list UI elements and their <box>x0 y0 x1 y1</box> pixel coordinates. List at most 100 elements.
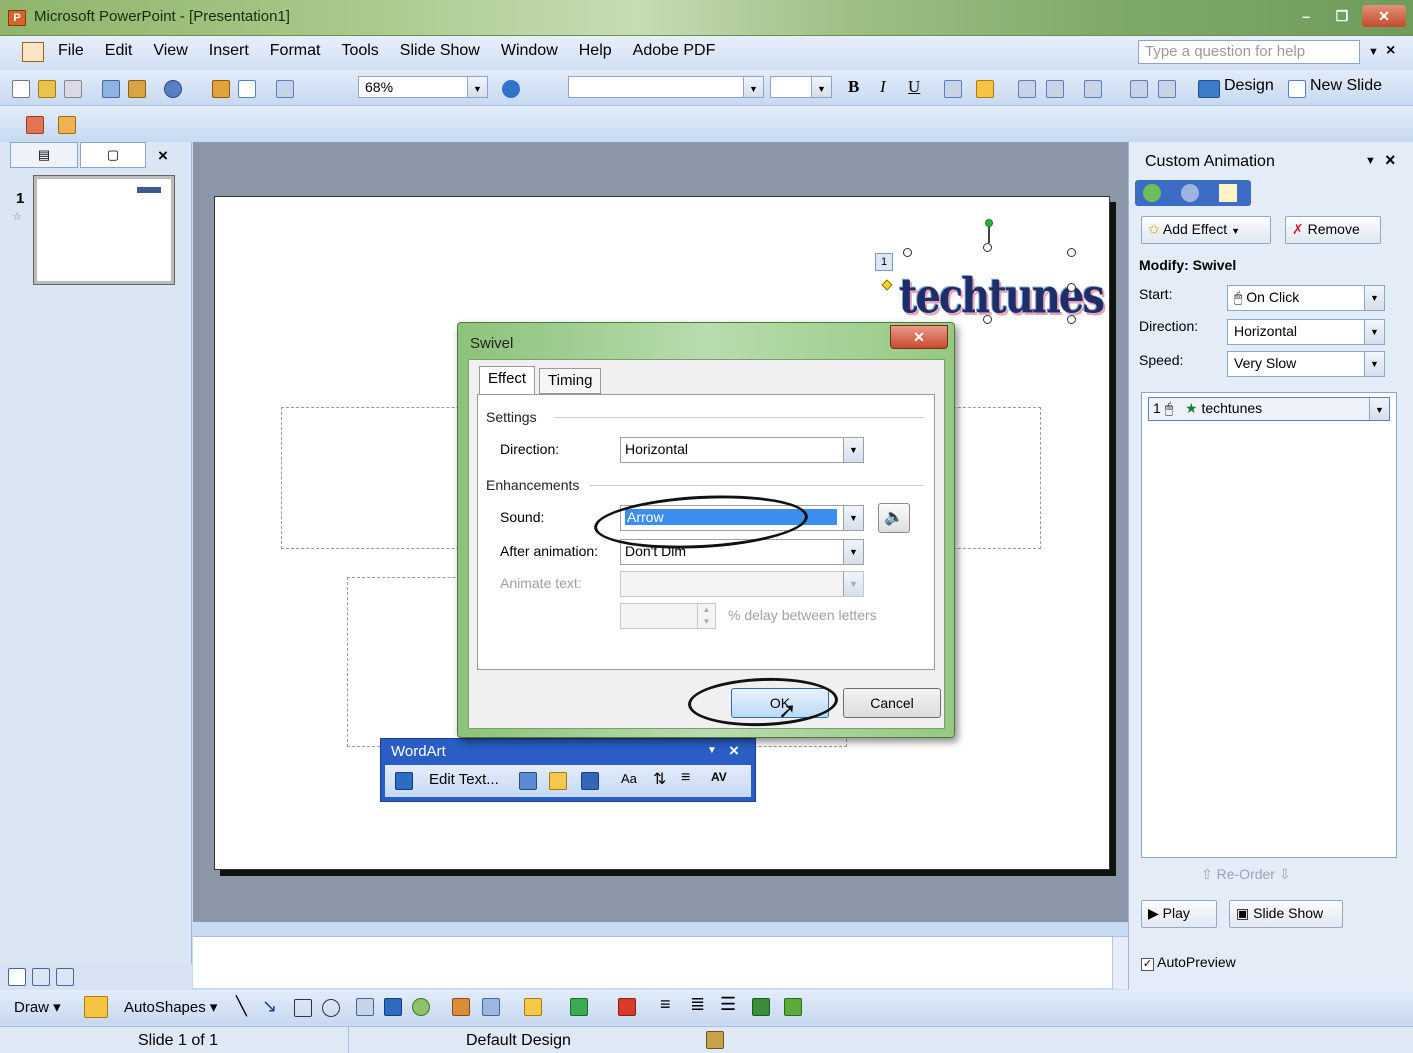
underline-button[interactable]: U <box>908 77 920 97</box>
bullets-icon[interactable] <box>1046 80 1064 98</box>
chevron-down-icon[interactable]: ▼ <box>843 438 863 462</box>
menu-insert[interactable]: Insert <box>209 42 249 60</box>
close-document-button[interactable]: × <box>1386 42 1395 60</box>
add-effect-button[interactable]: ✩ Add Effect ▼ <box>1141 216 1271 244</box>
zoom-select[interactable]: 68% ▼ <box>358 76 488 98</box>
new-slide-button[interactable]: New Slide <box>1310 77 1382 95</box>
menu-window[interactable]: Window <box>501 42 558 60</box>
3d-style-icon[interactable] <box>784 998 802 1016</box>
toolbar-options-icon[interactable]: ▼ <box>707 745 717 756</box>
back-icon[interactable] <box>1143 184 1161 202</box>
new-icon[interactable] <box>12 80 30 98</box>
font-size-select[interactable]: ▼ <box>770 76 832 98</box>
resize-handle[interactable] <box>983 315 992 324</box>
resize-handle[interactable] <box>1067 283 1076 292</box>
resize-handle[interactable] <box>903 248 912 257</box>
oval-icon[interactable] <box>322 999 340 1017</box>
increase-indent-icon[interactable] <box>1158 80 1176 98</box>
speaker-icon[interactable]: 🔈 <box>878 503 910 533</box>
slide-sorter-icon[interactable] <box>32 968 50 986</box>
wordart-gallery-icon[interactable] <box>519 772 537 790</box>
menu-file[interactable]: File <box>58 42 84 60</box>
chevron-down-icon[interactable]: ▼ <box>467 77 487 97</box>
chevron-down-icon[interactable]: ▼ <box>843 540 863 564</box>
home-icon[interactable] <box>1219 184 1237 202</box>
format-wordart-icon[interactable] <box>549 772 567 790</box>
close-pane-button[interactable]: × <box>158 146 168 166</box>
wordart-shape-icon[interactable] <box>581 772 599 790</box>
character-spacing-icon[interactable]: AV <box>711 770 727 784</box>
insert-wordart-icon[interactable] <box>384 998 402 1016</box>
align-left-icon[interactable] <box>944 80 962 98</box>
direction-select[interactable]: Horizontal ▼ <box>1227 319 1385 345</box>
italic-button[interactable]: I <box>880 77 886 97</box>
arrow-style-icon[interactable]: ☰ <box>720 994 736 1015</box>
expand-icon[interactable] <box>26 116 44 134</box>
start-select[interactable]: 🖱 On Click ▼ <box>1227 285 1385 311</box>
tab-effect[interactable]: Effect <box>479 366 536 394</box>
alignment-icon[interactable]: ≡ <box>681 769 690 787</box>
chevron-down-icon[interactable]: ▼ <box>1364 352 1384 376</box>
animation-list[interactable]: 1 🖱 ★ techtunes ▼ <box>1141 392 1397 858</box>
resize-handle[interactable] <box>1067 315 1076 324</box>
slide-show-view-icon[interactable] <box>56 968 74 986</box>
arrow-icon[interactable]: ↘ <box>262 996 277 1017</box>
paste-icon[interactable] <box>128 80 146 98</box>
vertical-text-icon[interactable]: ⇅ <box>653 769 666 789</box>
dash-style-icon[interactable]: ≣ <box>690 994 705 1015</box>
animation-list-item[interactable]: 1 🖱 ★ techtunes ▼ <box>1148 397 1390 421</box>
help-dropdown-icon[interactable]: ▼ <box>1368 46 1379 58</box>
numbering-icon[interactable] <box>1018 80 1036 98</box>
notes-pane[interactable] <box>193 936 1128 989</box>
rectangle-icon[interactable] <box>294 999 312 1017</box>
minimize-button[interactable]: – <box>1290 5 1322 27</box>
chevron-down-icon[interactable]: ▼ <box>1369 398 1389 420</box>
copy-icon[interactable] <box>102 80 120 98</box>
undo-icon[interactable] <box>164 80 182 98</box>
draw-menu[interactable]: Draw ▾ <box>14 998 61 1016</box>
chevron-down-icon[interactable]: ▼ <box>1364 286 1384 310</box>
line-color-icon[interactable] <box>570 998 588 1016</box>
chevron-down-icon[interactable]: ▼ <box>811 77 831 97</box>
diagram-icon[interactable] <box>412 998 430 1016</box>
adjust-handle[interactable] <box>881 279 893 291</box>
align-center-icon[interactable] <box>976 80 994 98</box>
help-search-input[interactable]: Type a question for help <box>1138 40 1360 64</box>
open-icon[interactable] <box>38 80 56 98</box>
autoshapes-menu[interactable]: AutoShapes ▾ <box>124 998 217 1016</box>
checkbox-check-icon[interactable]: ✓ <box>1141 958 1154 971</box>
tab-outline[interactable]: ▤ <box>10 142 78 168</box>
menu-format[interactable]: Format <box>270 42 321 60</box>
tab-slides[interactable]: ▢ <box>80 142 146 168</box>
insert-wordart-icon[interactable] <box>395 772 413 790</box>
shadow-style-icon[interactable] <box>752 998 770 1016</box>
close-window-button[interactable]: ✕ <box>1362 5 1406 27</box>
same-letter-heights-icon[interactable]: Aa <box>621 771 637 786</box>
increase-font-icon[interactable] <box>1084 80 1102 98</box>
restore-button[interactable]: ❐ <box>1326 5 1358 27</box>
menu-tools[interactable]: Tools <box>341 42 378 60</box>
remove-button[interactable]: ✗ Remove <box>1285 216 1381 244</box>
tab-timing[interactable]: Timing <box>539 368 602 394</box>
chevron-down-icon[interactable]: ▼ <box>1364 320 1384 344</box>
cancel-button[interactable]: Cancel <box>843 688 941 718</box>
normal-view-icon[interactable] <box>8 968 26 986</box>
menu-edit[interactable]: Edit <box>105 42 133 60</box>
slide-thumbnail[interactable] <box>33 175 175 285</box>
menu-slide-show[interactable]: Slide Show <box>400 42 480 60</box>
chevron-down-icon[interactable]: ▼ <box>743 77 763 97</box>
summary-slide-icon[interactable] <box>58 116 76 134</box>
fill-color-icon[interactable] <box>524 998 542 1016</box>
design-button[interactable]: Design <box>1224 77 1274 95</box>
resize-handle[interactable] <box>983 243 992 252</box>
bold-button[interactable]: B <box>848 77 859 97</box>
font-color-icon[interactable] <box>618 998 636 1016</box>
dialog-close-button[interactable]: ✕ <box>890 325 948 349</box>
close-toolbar-button[interactable]: × <box>729 741 739 761</box>
forward-icon[interactable] <box>1181 184 1199 202</box>
grid-icon[interactable] <box>276 80 294 98</box>
line-style-icon[interactable]: ≡ <box>660 994 671 1015</box>
insert-table-icon[interactable] <box>238 80 256 98</box>
decrease-indent-icon[interactable] <box>1130 80 1148 98</box>
document-icon[interactable] <box>22 42 44 62</box>
